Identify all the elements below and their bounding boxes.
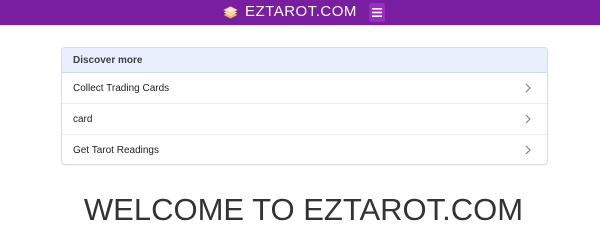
site-brand[interactable]: EZTAROT.COM <box>222 2 357 22</box>
discover-more-title: Discover more <box>62 48 547 73</box>
stacked-cards-logo-icon <box>223 5 238 18</box>
chevron-right-icon <box>525 83 531 93</box>
menu-button[interactable] <box>369 3 385 22</box>
discover-item-label: Get Tarot Readings <box>73 144 159 156</box>
discover-item-card[interactable]: card <box>62 104 547 135</box>
site-name: EZTAROT.COM <box>245 3 357 20</box>
welcome-heading: WELCOME TO EZTAROT.COM <box>83 192 524 227</box>
site-header: EZTAROT.COM <box>0 0 600 25</box>
discover-item-collect-trading-cards[interactable]: Collect Trading Cards <box>62 73 547 104</box>
discover-more-panel: Discover more Collect Trading Cards card… <box>61 47 548 165</box>
discover-item-label: card <box>73 113 93 125</box>
chevron-right-icon <box>525 114 531 124</box>
discover-item-label: Collect Trading Cards <box>73 82 170 94</box>
discover-item-get-tarot-readings[interactable]: Get Tarot Readings <box>62 135 547 164</box>
hamburger-icon <box>372 8 382 17</box>
chevron-right-icon <box>525 145 531 155</box>
